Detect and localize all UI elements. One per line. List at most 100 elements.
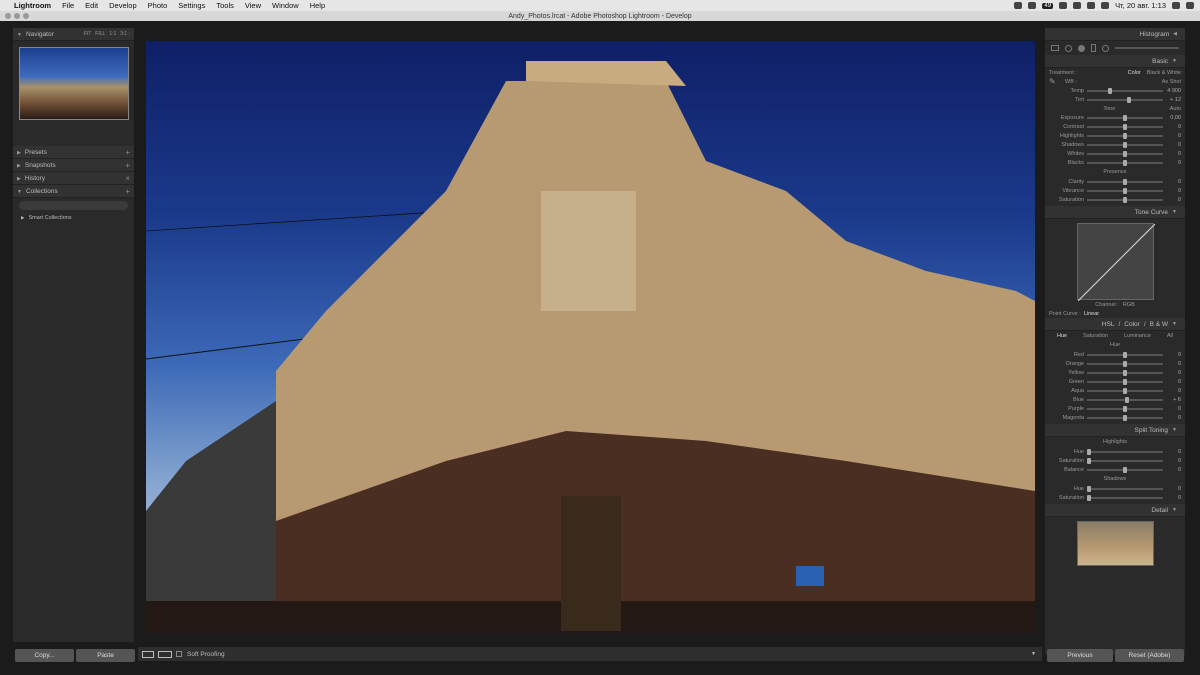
histogram-header[interactable]: Histogram ◀ (1045, 28, 1185, 41)
color-title[interactable]: Color (1124, 321, 1140, 328)
slider-knob[interactable] (1123, 187, 1127, 194)
basic-header[interactable]: Basic ▼ (1045, 55, 1185, 68)
menu-window[interactable]: Window (272, 1, 299, 10)
slider-value[interactable]: 0 (1163, 361, 1181, 367)
menu-edit[interactable]: Edit (85, 1, 98, 10)
slider-knob[interactable] (1086, 457, 1091, 464)
snapshots-header[interactable]: ▶ Snapshots + (13, 159, 134, 172)
slider-track[interactable] (1086, 448, 1163, 455)
slider-value[interactable]: 0 (1163, 179, 1181, 185)
slider-value[interactable]: 0 (1163, 449, 1181, 455)
histogram-collapse-icon[interactable]: ◀ (1173, 31, 1177, 37)
menu-tools[interactable]: Tools (216, 1, 234, 10)
slider-value[interactable]: + 6 (1163, 397, 1181, 403)
spot-removal-icon[interactable] (1065, 44, 1072, 52)
presets-header[interactable]: ▶ Presets + (13, 146, 134, 159)
slider-track[interactable] (1087, 187, 1163, 194)
slider-track[interactable] (1086, 457, 1163, 464)
collections-header[interactable]: ▼ Collections + (13, 185, 134, 198)
zoom-3-1[interactable]: 3:1 : (120, 31, 130, 37)
soft-proofing-checkbox[interactable] (176, 651, 182, 657)
brush-slider[interactable] (1115, 47, 1179, 49)
slider-knob[interactable] (1123, 150, 1127, 157)
before-after-icon[interactable] (158, 650, 172, 658)
search-icon[interactable] (1172, 2, 1180, 9)
slider-value[interactable]: 0 (1163, 379, 1181, 385)
slider-knob[interactable] (1086, 494, 1091, 501)
tone-curve-graph[interactable] (1076, 223, 1155, 302)
slider-value[interactable]: 0 (1163, 124, 1181, 130)
minimize-icon[interactable] (14, 13, 20, 19)
flag-icon[interactable] (1101, 2, 1110, 9)
slider-track[interactable] (1087, 196, 1163, 203)
slider-value[interactable]: 0 (1163, 160, 1181, 166)
zoom-1-1[interactable]: 1:1 (109, 31, 116, 37)
hsl-title[interactable]: HSL (1102, 321, 1115, 328)
slider-knob[interactable] (1126, 96, 1131, 103)
detail-preview[interactable] (1076, 521, 1154, 566)
toolbar-menu-icon[interactable]: ▼ (1031, 651, 1036, 657)
wb-select[interactable]: As Shot (1162, 79, 1181, 85)
clear-history-icon[interactable]: × (125, 174, 130, 183)
slider-knob[interactable] (1086, 448, 1091, 455)
slider-track[interactable] (1087, 405, 1163, 412)
slider-knob[interactable] (1123, 132, 1127, 139)
basic-collapse-icon[interactable]: ▼ (1172, 58, 1177, 64)
navigator-header[interactable]: ▼ Navigator FIT FILL 1:1 3:1 : (13, 28, 134, 41)
treatment-color[interactable]: Color (1128, 70, 1141, 76)
split-toning-header[interactable]: Split Toning ▼ (1045, 424, 1185, 437)
slider-value[interactable]: 0 (1163, 133, 1181, 139)
slider-value[interactable]: 0 (1163, 142, 1181, 148)
slider-knob[interactable] (1086, 485, 1091, 492)
slider-knob[interactable] (1123, 159, 1127, 166)
slider-track[interactable] (1087, 87, 1163, 94)
zoom-fit[interactable]: FIT (84, 31, 92, 37)
graduated-filter-icon[interactable] (1091, 44, 1096, 52)
slider-knob[interactable] (1123, 405, 1127, 412)
slider-knob[interactable] (1123, 360, 1127, 367)
slider-value[interactable]: 0 (1163, 406, 1181, 412)
slider-track[interactable] (1087, 378, 1163, 385)
slider-track[interactable] (1087, 141, 1163, 148)
wifi-icon[interactable] (1087, 2, 1096, 9)
slider-value[interactable]: 0 (1163, 458, 1181, 464)
slider-knob[interactable] (1123, 466, 1127, 473)
slider-knob[interactable] (1123, 414, 1127, 421)
slider-track[interactable] (1086, 485, 1163, 492)
hsl-header[interactable]: HSL / Color / B & W ▼ (1045, 318, 1185, 331)
slider-track[interactable] (1086, 494, 1163, 501)
slider-track[interactable] (1087, 132, 1163, 139)
app-icon[interactable] (1059, 2, 1068, 9)
slider-track[interactable] (1087, 159, 1163, 166)
paste-button[interactable]: Paste (76, 649, 135, 662)
slider-track[interactable] (1087, 387, 1163, 394)
tab-all[interactable]: All (1167, 333, 1173, 339)
slider-track[interactable] (1087, 360, 1163, 367)
clock[interactable]: Чт, 20 авг. 1:13 (1115, 1, 1166, 10)
list-icon[interactable] (1186, 2, 1194, 9)
slider-knob[interactable] (1123, 123, 1127, 130)
slider-track[interactable] (1087, 178, 1163, 185)
slider-value[interactable]: 0 (1163, 197, 1181, 203)
slider-knob[interactable] (1123, 196, 1127, 203)
channel-select[interactable]: RGB (1123, 302, 1135, 308)
sync-icon[interactable] (1073, 2, 1082, 9)
slider-value[interactable]: 0 (1163, 415, 1181, 421)
slider-value[interactable]: + 12 (1163, 97, 1181, 103)
tone-curve-collapse-icon[interactable]: ▼ (1172, 209, 1177, 215)
detail-collapse-icon[interactable]: ▼ (1172, 507, 1177, 513)
slider-knob[interactable] (1123, 387, 1127, 394)
slider-knob[interactable] (1123, 369, 1127, 376)
zoom-fill[interactable]: FILL (95, 31, 105, 37)
slider-knob[interactable] (1123, 178, 1127, 185)
menu-help[interactable]: Help (310, 1, 325, 10)
tab-luminance[interactable]: Luminance (1124, 333, 1151, 339)
hsl-collapse-icon[interactable]: ▼ (1172, 321, 1177, 327)
slider-value[interactable]: 0 (1163, 467, 1181, 473)
slider-value[interactable]: 4 900 (1163, 88, 1181, 94)
add-snapshot-icon[interactable]: + (125, 161, 130, 170)
radial-filter-icon[interactable] (1102, 44, 1109, 52)
menu-settings[interactable]: Settings (178, 1, 205, 10)
slider-knob[interactable] (1125, 396, 1130, 403)
tab-hue[interactable]: Hue (1057, 333, 1067, 339)
